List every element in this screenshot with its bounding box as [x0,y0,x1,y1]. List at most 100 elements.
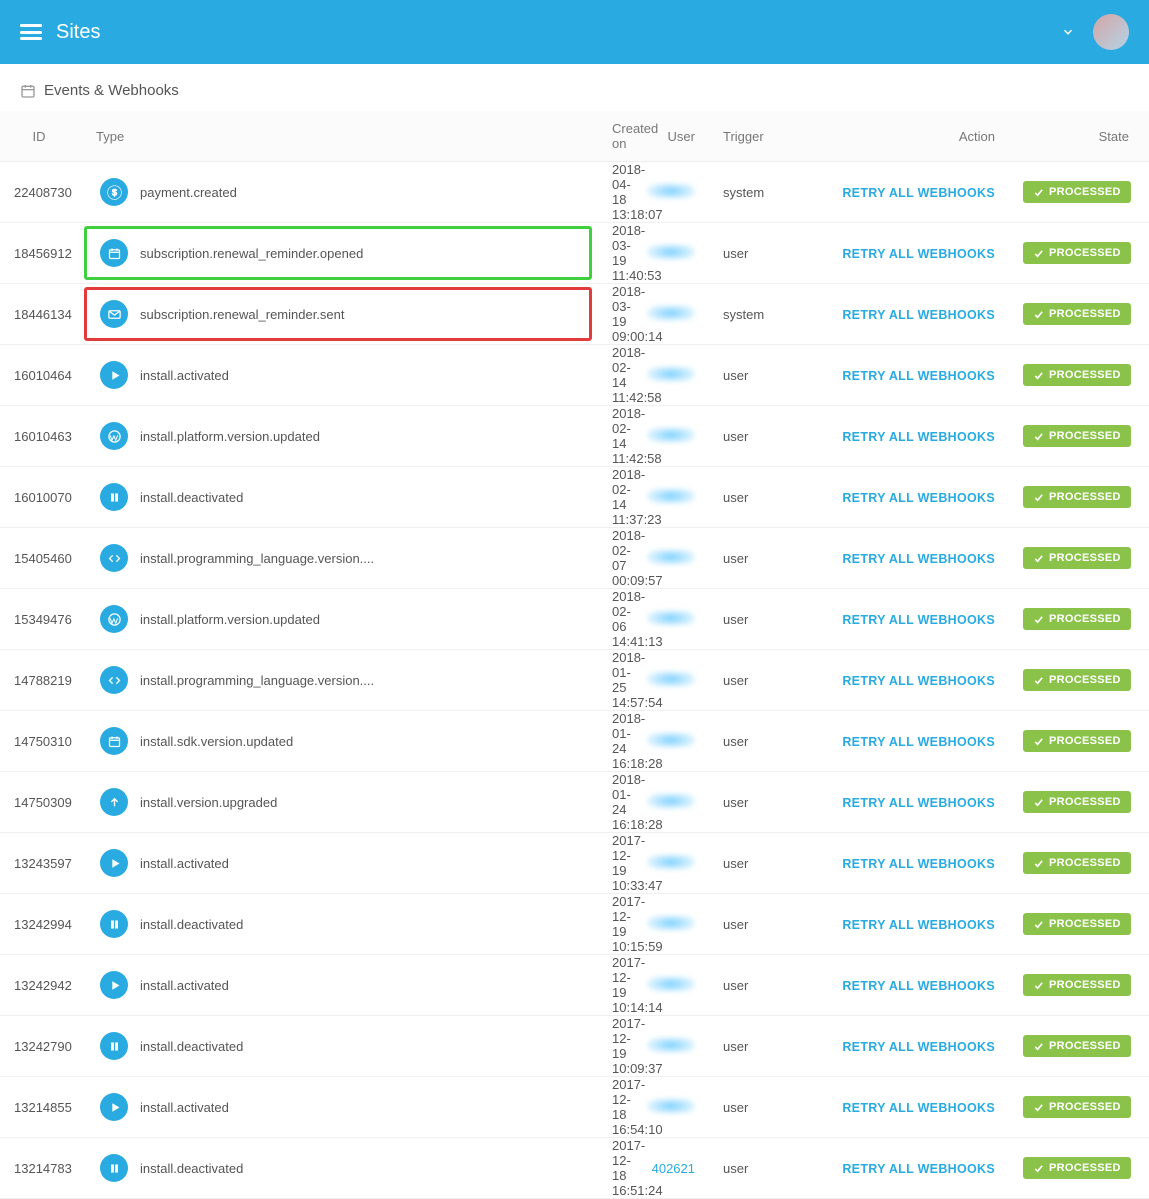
user-redacted [647,305,695,321]
state-badge: PROCESSED [1023,181,1131,203]
state-badge: PROCESSED [1023,852,1131,874]
cell-action: RETRY ALL WEBHOOKS [809,650,1009,711]
state-label: PROCESSED [1049,430,1121,442]
event-type-label: install.platform.version.updated [140,612,320,627]
event-type-label: install.programming_language.version.... [140,551,374,566]
retry-webhooks-link[interactable]: RETRY ALL WEBHOOKS [842,857,995,871]
user-link[interactable]: 402621 [652,1161,695,1176]
cell-action: RETRY ALL WEBHOOKS [809,833,1009,894]
retry-webhooks-link[interactable]: RETRY ALL WEBHOOKS [842,186,995,200]
state-label: PROCESSED [1049,369,1121,381]
col-header-state: State [1009,111,1149,162]
retry-webhooks-link[interactable]: RETRY ALL WEBHOOKS [842,1162,995,1176]
col-header-trigger: Trigger [709,111,809,162]
col-header-action: Action [809,111,1009,162]
cell-action: RETRY ALL WEBHOOKS [809,711,1009,772]
event-type-label: install.deactivated [140,490,243,505]
cell-trigger: user [709,406,809,467]
check-icon [1033,980,1044,991]
check-icon [1033,187,1044,198]
wordpress-icon [100,422,128,450]
retry-webhooks-link[interactable]: RETRY ALL WEBHOOKS [842,430,995,444]
state-badge: PROCESSED [1023,974,1131,996]
retry-webhooks-link[interactable]: RETRY ALL WEBHOOKS [842,674,995,688]
cell-type: install.deactivated [78,1138,598,1199]
play-icon [100,849,128,877]
cell-action: RETRY ALL WEBHOOKS [809,1138,1009,1199]
cell-action: RETRY ALL WEBHOOKS [809,223,1009,284]
check-icon [1033,614,1044,625]
check-icon [1033,431,1044,442]
retry-webhooks-link[interactable]: RETRY ALL WEBHOOKS [842,613,995,627]
event-type-label: install.deactivated [140,1039,243,1054]
cell-created: 2017-12-19 10:33:47 [598,833,609,894]
cell-trigger: user [709,894,809,955]
retry-webhooks-link[interactable]: RETRY ALL WEBHOOKS [842,1040,995,1054]
check-icon [1033,797,1044,808]
code-icon [100,666,128,694]
table-row: 14750309install.version.upgraded2018-01-… [0,772,1149,833]
pause-icon [100,1032,128,1060]
table-row: 14750310install.sdk.version.updated2018-… [0,711,1149,772]
table-row: 13243597install.activated2017-12-19 10:3… [0,833,1149,894]
cell-created: 2018-02-14 11:37:23 [598,467,609,528]
hamburger-menu-icon[interactable] [20,24,42,40]
cell-trigger: user [709,589,809,650]
cell-action: RETRY ALL WEBHOOKS [809,284,1009,345]
retry-webhooks-link[interactable]: RETRY ALL WEBHOOKS [842,247,995,261]
user-redacted [647,183,695,199]
retry-webhooks-link[interactable]: RETRY ALL WEBHOOKS [842,552,995,566]
cell-state: PROCESSED [1009,650,1149,711]
state-label: PROCESSED [1049,735,1121,747]
event-type-label: install.deactivated [140,1161,243,1176]
col-header-type: Type [78,111,598,162]
user-redacted [647,854,695,870]
state-label: PROCESSED [1049,979,1121,991]
retry-webhooks-link[interactable]: RETRY ALL WEBHOOKS [842,1101,995,1115]
table-row: 15349476install.platform.version.updated… [0,589,1149,650]
check-icon [1033,1102,1044,1113]
cell-type: install.activated [78,1077,598,1138]
table-row: 13242994install.deactivated2017-12-19 10… [0,894,1149,955]
cell-type: install.activated [78,345,598,406]
retry-webhooks-link[interactable]: RETRY ALL WEBHOOKS [842,796,995,810]
retry-webhooks-link[interactable]: RETRY ALL WEBHOOKS [842,491,995,505]
cell-created: 2017-12-18 16:54:10 [598,1077,609,1138]
table-row: 16010070install.deactivated2018-02-14 11… [0,467,1149,528]
play-icon [100,1093,128,1121]
state-label: PROCESSED [1049,308,1121,320]
check-icon [1033,492,1044,503]
event-type-label: install.programming_language.version.... [140,673,374,688]
cell-type: install.activated [78,955,598,1016]
user-redacted [647,366,695,382]
retry-webhooks-link[interactable]: RETRY ALL WEBHOOKS [842,308,995,322]
retry-webhooks-link[interactable]: RETRY ALL WEBHOOKS [842,369,995,383]
cell-created: 2018-02-14 11:42:58 [598,345,609,406]
retry-webhooks-link[interactable]: RETRY ALL WEBHOOKS [842,918,995,932]
avatar[interactable] [1093,14,1129,50]
cell-type: subscription.renewal_reminder.opened [78,223,598,284]
cell-state: PROCESSED [1009,406,1149,467]
dollar-icon [100,178,128,206]
user-redacted [647,732,695,748]
retry-webhooks-link[interactable]: RETRY ALL WEBHOOKS [842,735,995,749]
user-redacted [647,244,695,260]
state-badge: PROCESSED [1023,1157,1131,1179]
cell-id: 13242942 [0,955,78,1016]
cell-action: RETRY ALL WEBHOOKS [809,162,1009,223]
check-icon [1033,370,1044,381]
play-icon [100,971,128,999]
table-row: 18456912subscription.renewal_reminder.op… [0,223,1149,284]
cell-state: PROCESSED [1009,1016,1149,1077]
table-row: 13214783install.deactivated2017-12-18 16… [0,1138,1149,1199]
cell-type: install.programming_language.version.... [78,650,598,711]
events-table: ID Type Created on User Trigger Action S… [0,111,1149,1199]
cell-id: 16010463 [0,406,78,467]
state-badge: PROCESSED [1023,547,1131,569]
table-row: 18446134subscription.renewal_reminder.se… [0,284,1149,345]
cell-id: 13242790 [0,1016,78,1077]
calendar-icon [20,83,36,99]
cell-id: 13243597 [0,833,78,894]
retry-webhooks-link[interactable]: RETRY ALL WEBHOOKS [842,979,995,993]
chevron-down-icon[interactable] [1061,25,1075,39]
